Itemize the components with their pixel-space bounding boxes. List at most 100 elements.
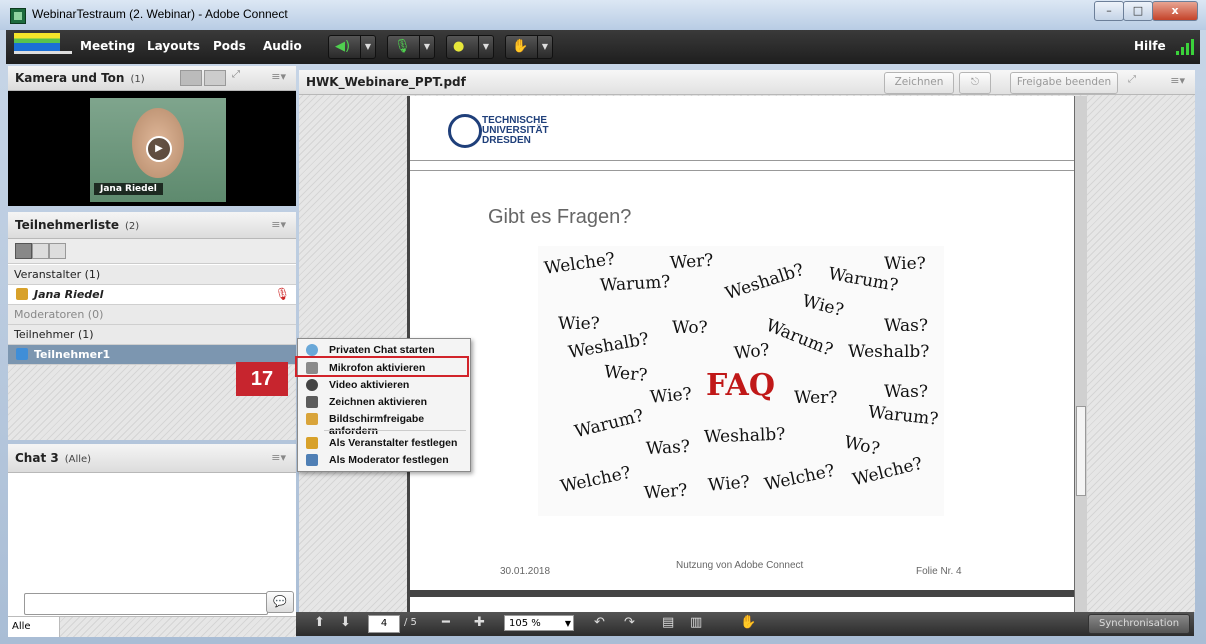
slide-footer-title: Nutzung von Adobe Connect <box>676 560 804 571</box>
close-button[interactable]: x <box>1152 1 1198 21</box>
menu-item-label: Als Veranstalter festlegen <box>329 437 458 449</box>
faq-image: Welche? Wer? Wie? Warum? Weshalb? Warum?… <box>538 246 944 516</box>
single-view-icon[interactable] <box>204 70 226 86</box>
pod-menu-icon[interactable]: ≡▾ <box>271 70 286 83</box>
attendee-host-row[interactable]: Jana Riedel 🎙 <box>8 285 296 305</box>
menu-item-make-presenter[interactable]: Als Moderator festlegen <box>298 451 470 469</box>
chevron-down-icon[interactable]: ▼ <box>537 36 552 58</box>
share-pod-title: HWK_Webinare_PPT.pdf <box>306 75 466 89</box>
menu-item-enable-video[interactable]: Video aktivieren <box>298 376 470 394</box>
group-presenters[interactable]: Moderatoren (0) <box>8 305 296 325</box>
zoom-in-icon[interactable]: ✚ <box>474 615 485 630</box>
chat-input[interactable] <box>24 593 268 615</box>
faq-word: Welche? <box>762 460 837 496</box>
menu-item-label: Video aktivieren <box>329 379 410 391</box>
fullscreen-icon[interactable]: ⤢ <box>232 69 240 80</box>
slide: TECHNISCHE UNIVERSITÄT DRESDEN Gibt es F… <box>407 96 1074 612</box>
zoom-select[interactable]: 105 % ▼ <box>504 615 574 631</box>
zoom-out-icon[interactable]: ━ <box>442 615 450 630</box>
status-view-icon[interactable] <box>49 243 66 259</box>
scrollbar-thumb[interactable] <box>1076 406 1086 496</box>
chat-recipient-select[interactable]: Alle <box>8 617 60 637</box>
menu-pods[interactable]: Pods <box>213 39 246 53</box>
menu-layouts[interactable]: Layouts <box>147 39 200 53</box>
camera-pod: Kamera und Ton (1) ⤢ ≡▾ ▶ Jana Riedel <box>8 66 296 206</box>
pod-menu-icon[interactable]: ≡▾ <box>271 451 286 464</box>
raise-hand-icon: ✋ <box>512 39 529 54</box>
menu-help[interactable]: Hilfe <box>1134 39 1166 53</box>
minimize-button[interactable]: – <box>1094 1 1124 21</box>
vertical-scrollbar[interactable] <box>1075 96 1087 612</box>
menu-item-make-host[interactable]: Als Veranstalter festlegen <box>298 434 470 452</box>
microphone-icon: 🎙 <box>394 39 411 54</box>
status-toggle[interactable]: ✋ ▼ <box>505 35 553 59</box>
rotate-left-icon[interactable]: ↶ <box>594 615 605 630</box>
print-icon[interactable]: ▥ <box>690 615 702 630</box>
connection-signal-icon <box>1176 39 1194 55</box>
chevron-down-icon[interactable]: ▼ <box>419 36 434 58</box>
chevron-down-icon[interactable]: ▼ <box>360 36 375 58</box>
header-divider-2 <box>410 170 1074 171</box>
faq-word: Wer? <box>794 388 838 408</box>
faq-word: Wie? <box>707 472 751 496</box>
faq-word: Wie? <box>649 384 693 408</box>
screen-share-icon <box>306 413 318 425</box>
page-number-input[interactable]: 4 <box>368 615 400 633</box>
eraser-icon[interactable]: ⎋ <box>959 72 991 94</box>
menu-audio[interactable]: Audio <box>263 39 302 53</box>
microphone-icon: 🎙 <box>274 287 290 301</box>
send-message-icon[interactable]: 💬 <box>266 591 294 613</box>
group-participants[interactable]: Teilnehmer (1) <box>8 325 296 345</box>
play-icon[interactable]: ▶ <box>146 136 172 162</box>
attendee-pod: Teilnehmerliste (2) ≡▾ Veranstalter (1) J… <box>8 212 296 440</box>
previous-page-icon[interactable]: ⬆ <box>314 615 325 630</box>
draw-icon <box>306 396 318 408</box>
faq-word: Was? <box>884 382 928 402</box>
synchronization-button[interactable]: Synchronisation <box>1088 614 1190 634</box>
faq-word: Weshalb? <box>703 424 786 448</box>
chevron-down-icon[interactable]: ▼ <box>478 36 493 58</box>
header-divider <box>410 160 1074 161</box>
faq-word: Welche? <box>542 249 617 279</box>
group-hosts[interactable]: Veranstalter (1) <box>8 265 296 285</box>
chat-pod: Chat 3 (Alle) ≡▾ 💬 Alle <box>8 444 296 637</box>
faq-word: Wo? <box>842 432 882 460</box>
menu-item-request-screen-share[interactable]: Bildschirmfreigabe anfordern <box>298 410 470 437</box>
slide-bottom-bar <box>410 590 1074 597</box>
speaker-icon: ◀) <box>335 39 351 54</box>
list-view-icon[interactable] <box>15 243 32 259</box>
window-title: WebinarTestraum (2. Webinar) - Adobe Con… <box>32 7 288 21</box>
breakout-view-icon[interactable] <box>32 243 49 259</box>
faq-word: Wie? <box>558 314 600 334</box>
faq-word: Welche? <box>558 462 633 498</box>
host-name: Jana Riedel <box>34 288 104 301</box>
faq-word: Was? <box>645 436 691 460</box>
menu-meeting[interactable]: Meeting <box>80 39 135 53</box>
pod-menu-icon[interactable]: ≡▾ <box>271 218 286 231</box>
speaker-toggle[interactable]: ◀) ▼ <box>328 35 376 59</box>
download-icon[interactable]: ▤ <box>662 615 674 630</box>
group-participants-label: Teilnehmer (1) <box>14 328 94 341</box>
page-total: / 5 <box>404 617 417 628</box>
faq-word: Warum? <box>599 272 671 296</box>
next-page-icon[interactable]: ⬇ <box>340 615 351 630</box>
faq-word: Was? <box>884 316 928 336</box>
fullscreen-icon[interactable]: ⤢ <box>1128 74 1136 85</box>
draw-button[interactable]: Zeichnen <box>884 72 954 94</box>
microphone-toggle[interactable]: 🎙 ▼ <box>387 35 435 59</box>
stop-share-button[interactable]: Freigabe beenden <box>1010 72 1118 94</box>
rotate-right-icon[interactable]: ↷ <box>624 615 635 630</box>
group-hosts-label: Veranstalter (1) <box>14 268 101 281</box>
faq-word: Weshalb? <box>722 259 807 305</box>
grid-view-icon[interactable] <box>180 70 202 86</box>
faq-word: Warum? <box>762 315 836 361</box>
webcam-toggle[interactable]: ● ▼ <box>446 35 494 59</box>
chat-pod-header: Chat 3 (Alle) ≡▾ <box>8 444 296 473</box>
slide-heading: Gibt es Fragen? <box>488 206 632 228</box>
menu-item-label: Zeichnen aktivieren <box>329 396 428 408</box>
maximize-button[interactable]: □ <box>1123 1 1153 21</box>
menu-item-enable-drawing[interactable]: Zeichnen aktivieren <box>298 393 470 411</box>
hand-tool-icon[interactable]: ✋ <box>740 615 756 630</box>
slide-frame: TECHNISCHE UNIVERSITÄT DRESDEN Gibt es F… <box>407 96 1087 612</box>
pod-menu-icon[interactable]: ≡▾ <box>1170 74 1185 87</box>
